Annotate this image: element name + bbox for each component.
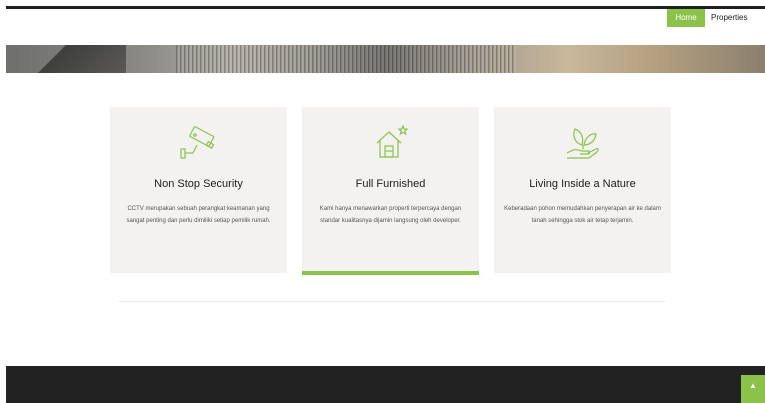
- hero-shadow: [6, 45, 126, 73]
- feature-description: CCTV merupakan sebuah perangkat keamanan…: [126, 206, 271, 224]
- section-divider: [118, 301, 666, 302]
- hero-banner-image: [6, 45, 765, 73]
- feature-card-nature: Living Inside a Nature Keberadaan pohon …: [494, 107, 671, 273]
- plant-in-hand-icon: [494, 123, 671, 163]
- feature-title: Full Furnished: [355, 178, 426, 190]
- scroll-to-top-button[interactable]: ▲: [741, 375, 765, 403]
- feature-description: Kami hanya menawarkan properti terpercay…: [319, 206, 462, 224]
- feature-card-security: Non Stop Security CCTV merupakan sebuah …: [110, 107, 287, 273]
- cctv-icon: [110, 123, 287, 163]
- hero-texture: [176, 45, 516, 73]
- nav-properties-link[interactable]: Properties: [707, 9, 747, 27]
- feature-title: Non Stop Security: [154, 178, 243, 190]
- feature-description: Keberadaan pohon memudahkan penyerapan a…: [504, 206, 661, 224]
- house-icon: [302, 123, 479, 163]
- nav-home-link[interactable]: Home: [667, 9, 705, 27]
- feature-card-furnished: Full Furnished Kami hanya menawarkan pro…: [302, 107, 479, 275]
- navbar: [6, 9, 765, 45]
- chevron-up-icon: ▲: [749, 381, 757, 390]
- feature-title: Living Inside a Nature: [529, 178, 636, 190]
- footer: [6, 366, 765, 403]
